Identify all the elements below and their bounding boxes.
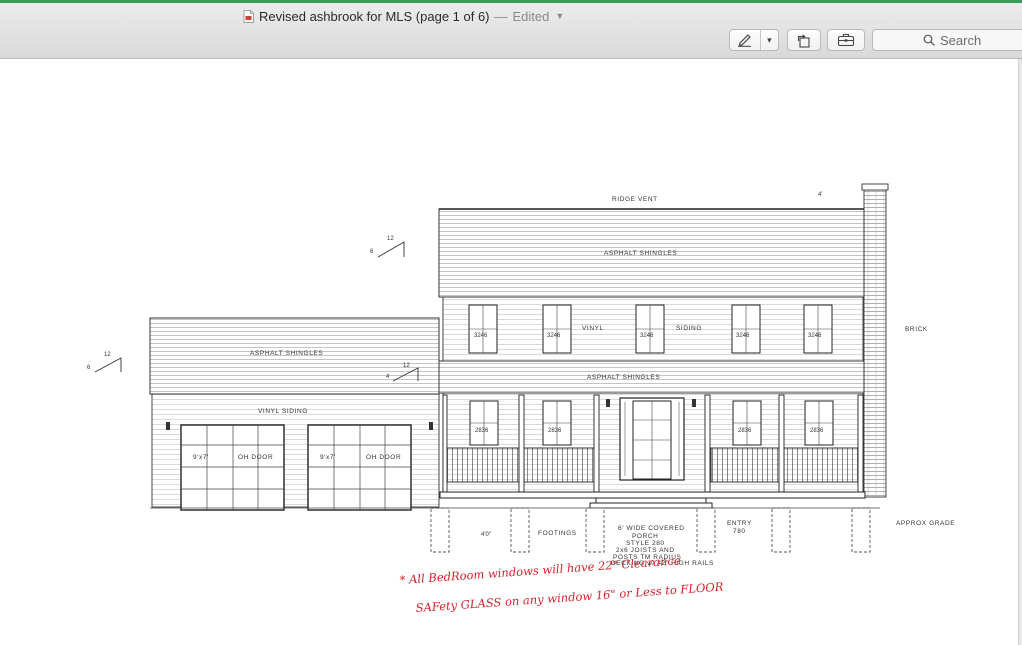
label-window-code-9: 2836: [810, 428, 824, 434]
garage-door-right: [307, 424, 412, 511]
label-garage-left-size: 9'x7': [193, 454, 209, 461]
label-asphalt-shingles-garage: ASPHALT SHINGLES: [250, 350, 323, 357]
label-garage-left-type: OH DOOR: [238, 454, 273, 461]
handwritten-note-safety-glass: SAFety GLASS on any window 16" or Less t…: [415, 579, 724, 615]
pdf-document-icon: [243, 9, 254, 23]
garage-door-left: [180, 424, 285, 511]
chimney: [861, 183, 889, 498]
label-vinyl-siding-garage: VINYL SIDING: [258, 408, 308, 415]
label-window-code-2: 3246: [547, 333, 561, 339]
label-porch-note-4: 2x6 JOISTS AND: [616, 547, 675, 554]
entry-lamp-left: [606, 399, 610, 407]
label-pitch-rise-main: 12: [387, 236, 394, 242]
edited-status: Edited: [512, 8, 550, 24]
porch-deck: [439, 491, 866, 509]
label-pitch-rise-porch: 12: [403, 363, 410, 369]
label-window-code-6: 2836: [475, 428, 489, 434]
label-porch-note-2: PORCH: [632, 533, 658, 540]
label-asphalt-shingles-upper: ASPHALT SHINGLES: [604, 250, 677, 257]
label-asphalt-shingles-porch: ASPHALT SHINGLES: [587, 374, 660, 381]
vertical-scrollbar[interactable]: [1018, 59, 1022, 645]
pen-markup-icon: [737, 34, 751, 47]
toolbox-button[interactable]: [827, 29, 865, 51]
search-icon: [923, 34, 935, 46]
label-porch-note-1: 6' WIDE COVERED: [618, 525, 685, 532]
label-window-code-5: 3246: [808, 333, 822, 339]
label-window-code-8: 2836: [738, 428, 752, 434]
label-siding: SIDING: [676, 325, 702, 332]
lamp-left: [166, 422, 170, 430]
elevation-drawing: RIDGE VENT ASPHALT SHINGLES ASPHALT SHIN…: [87, 183, 955, 615]
markup-toolbar-button[interactable]: ▾: [729, 29, 779, 51]
label-vinyl: VINYL: [582, 325, 604, 332]
rotate-button[interactable]: [787, 29, 821, 51]
label-garage-right-type: OH DOOR: [366, 454, 401, 461]
search-input[interactable]: [940, 32, 1010, 48]
entry-door: [619, 397, 685, 481]
document-page[interactable]: RIDGE VENT ASPHALT SHINGLES ASPHALT SHIN…: [0, 59, 1018, 645]
label-pitch-run-garage: 6: [87, 365, 91, 371]
label-porch-note-3: STYLE 280: [626, 540, 665, 547]
lamp-right: [429, 422, 433, 430]
markup-pen-button[interactable]: [730, 30, 761, 50]
title-chevron-down-icon[interactable]: ▼: [555, 11, 564, 21]
window-title[interactable]: Revised ashbrook for MLS (page 1 of 6) —…: [243, 7, 564, 25]
label-pitch-rise-garage: 12: [104, 352, 111, 358]
title-bar: Revised ashbrook for MLS (page 1 of 6) —…: [0, 3, 1022, 59]
label-entry-code: 780: [733, 528, 746, 535]
label-footing-dim: 4'0": [481, 532, 491, 538]
document-title: Revised ashbrook for MLS (page 1 of 6): [259, 8, 490, 24]
label-footings: FOOTINGS: [538, 530, 577, 537]
label-pitch-run-main: 6: [370, 249, 374, 255]
toolbox-icon: [837, 33, 855, 47]
search-field[interactable]: [872, 29, 1022, 51]
handwritten-note-bedroom-windows: * All BedRoom windows will have 22" Clea…: [399, 553, 681, 587]
title-separator: —: [494, 8, 508, 24]
markup-menu-chevron-down-icon[interactable]: ▾: [761, 30, 778, 50]
label-entry: ENTRY: [727, 520, 752, 527]
entry-lamp-right: [692, 399, 696, 407]
label-approx-grade: APPROX GRADE: [896, 520, 955, 527]
label-garage-right-size: 9'x7': [320, 454, 336, 461]
label-window-code-4: 3246: [736, 333, 750, 339]
label-chimney-dim: 4': [818, 192, 822, 198]
rotate-left-icon: [797, 33, 810, 48]
label-window-code-7: 2836: [548, 428, 562, 434]
label-brick: BRICK: [905, 326, 928, 333]
label-window-code-1: 3246: [474, 333, 488, 339]
label-window-code-3: 3246: [640, 333, 654, 339]
label-ridge-vent: RIDGE VENT: [612, 196, 658, 203]
